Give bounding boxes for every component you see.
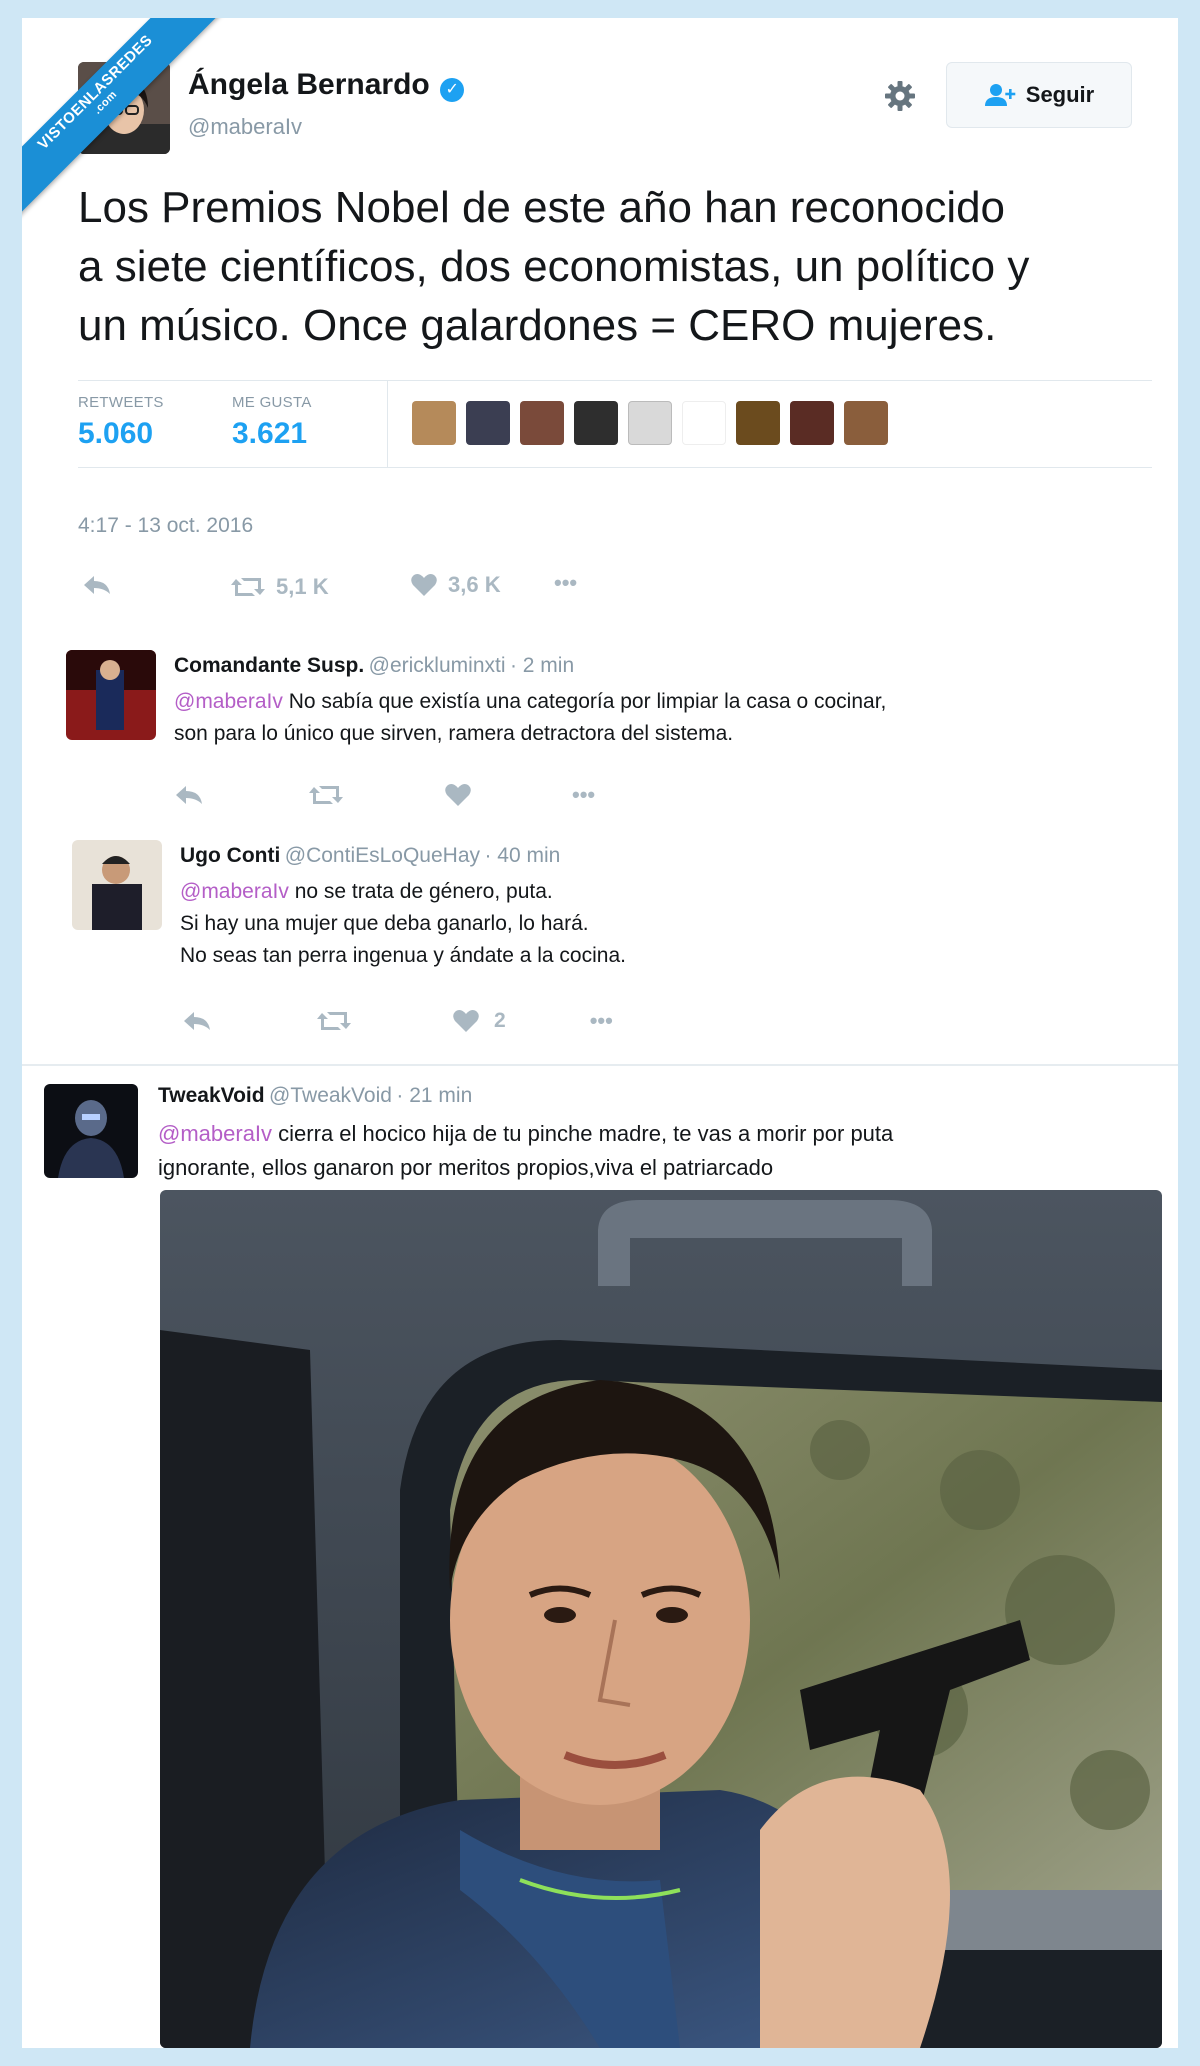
retweets-value: 5.060 — [78, 417, 154, 450]
retweet-count: 5,1 K — [276, 574, 329, 599]
divider — [78, 467, 1152, 468]
liker-avatar[interactable] — [520, 401, 564, 445]
likes-label: ME GUSTA — [232, 394, 312, 411]
reply-text-line: No seas tan perra ingenua y ándate a la … — [180, 944, 626, 967]
retweets-label: RETWEETS — [78, 394, 164, 411]
attached-photo-image — [160, 1190, 1162, 2048]
more-button[interactable]: ••• — [554, 570, 577, 596]
reply-text-line: no se trata de género, puta. — [294, 880, 553, 903]
likers-avatars — [412, 401, 888, 445]
reply-text: @maberaIv no se trata de género, puta. S… — [180, 876, 1130, 972]
liker-avatar[interactable] — [628, 401, 672, 445]
reply-avatar-image — [72, 840, 162, 930]
tweet-timestamp[interactable]: 4:17 - 13 oct. 2016 — [78, 514, 253, 538]
tweet-text-line: un músico. Once galardones = CERO mujere… — [78, 301, 997, 350]
liker-avatar[interactable] — [412, 401, 456, 445]
more-icon[interactable]: ••• — [572, 782, 595, 808]
watermark-text: VISTOENLASREDES .com — [22, 18, 225, 222]
reply-header: Comandante Susp. @erickluminxti · 2 min — [174, 654, 574, 678]
reply-text-line: ignorante, ellos ganaron por meritos pro… — [158, 1155, 774, 1180]
heart-icon — [411, 574, 437, 596]
liker-avatar[interactable] — [574, 401, 618, 445]
watermark-line1: VISTOENLASREDES — [34, 31, 157, 154]
reply-icon — [84, 576, 110, 594]
follow-label: Seguir — [1025, 82, 1095, 107]
reply-header: TweakVoid @TweakVoid · 21 min — [158, 1084, 472, 1108]
retweet-icon[interactable] — [308, 783, 344, 807]
reply-text: @maberaIv cierra el hocico hija de tu pi… — [158, 1117, 1158, 1185]
mention-link[interactable]: @maberaIv — [174, 690, 283, 713]
divider — [22, 1064, 1178, 1066]
retweets-stat[interactable]: RETWEETS 5.060 — [78, 394, 164, 451]
reply-avatar[interactable] — [72, 840, 162, 930]
divider — [78, 380, 1152, 381]
liker-avatar[interactable] — [682, 401, 726, 445]
tweet-text-line: a siete científicos, dos economistas, un… — [78, 242, 1030, 291]
mention-link[interactable]: @maberaIv — [158, 1121, 272, 1146]
reply-text-line: No sabía que existía una categoría por l… — [288, 690, 887, 713]
more-icon[interactable]: ••• — [590, 1008, 613, 1034]
reply-icon[interactable] — [174, 784, 204, 806]
heart-icon[interactable] — [444, 783, 472, 807]
reply-avatar-image — [44, 1084, 138, 1178]
reply-time[interactable]: · 40 min — [484, 844, 560, 867]
retweet-icon — [231, 578, 265, 596]
add-user-icon — [984, 84, 1016, 106]
reply-text-line: son para lo único que sirven, ramera det… — [174, 722, 734, 745]
gear-icon[interactable] — [882, 78, 918, 114]
watermark-line2: .com — [91, 88, 120, 117]
retweet-icon[interactable] — [316, 1009, 352, 1033]
reply-button[interactable] — [82, 574, 112, 596]
heart-icon[interactable] — [452, 1009, 480, 1033]
like-button[interactable]: 3,6 K — [410, 572, 501, 598]
reply-avatar-image — [66, 650, 156, 740]
reply-author-name[interactable]: Comandante Susp. — [174, 654, 364, 677]
reply-author-name[interactable]: Ugo Conti — [180, 844, 280, 867]
reply-author-name[interactable]: TweakVoid — [158, 1084, 265, 1107]
liker-avatar[interactable] — [736, 401, 780, 445]
reply-text-line: cierra el hocico hija de tu pinche madre… — [278, 1121, 894, 1146]
attached-photo[interactable] — [160, 1190, 1162, 2048]
mention-link[interactable]: @maberaIv — [180, 880, 289, 903]
liker-avatar[interactable] — [466, 401, 510, 445]
reply-text: @maberaIv No sabía que existía una categ… — [174, 686, 1124, 750]
more-icon: ••• — [554, 570, 578, 595]
reply-icon[interactable] — [182, 1010, 212, 1032]
reply-text-line: Si hay una mujer que deba ganarlo, lo ha… — [180, 912, 589, 935]
retweet-button[interactable]: 5,1 K — [230, 574, 329, 600]
likes-stat[interactable]: ME GUSTA 3.621 — [232, 394, 312, 451]
watermark-ribbon: VISTOENLASREDES .com — [22, 18, 242, 238]
reply-actions: ••• — [174, 782, 595, 808]
screenshot-sheet: VISTOENLASREDES .com Ángela Bernardo ✓ @… — [22, 18, 1178, 2048]
liker-avatar[interactable] — [844, 401, 888, 445]
reply-author-handle[interactable]: @ContiEsLoQueHay — [285, 844, 480, 867]
reply-header: Ugo Conti @ContiEsLoQueHay · 40 min — [180, 844, 560, 868]
follow-button[interactable]: Seguir — [946, 62, 1132, 128]
reply-avatar[interactable] — [66, 650, 156, 740]
likes-value: 3.621 — [232, 417, 308, 450]
reply-time[interactable]: · 2 min — [510, 654, 574, 677]
verified-icon: ✓ — [440, 77, 465, 102]
reply-actions: 2 ••• — [182, 1008, 613, 1034]
stats-divider — [387, 380, 388, 468]
reply-like-count: 2 — [494, 1009, 506, 1032]
reply-time[interactable]: · 21 min — [396, 1084, 472, 1107]
reply-author-handle[interactable]: @TweakVoid — [269, 1084, 392, 1107]
reply-author-handle[interactable]: @erickluminxti — [369, 654, 506, 677]
liker-avatar[interactable] — [790, 401, 834, 445]
like-count: 3,6 K — [448, 572, 501, 597]
reply-avatar[interactable] — [44, 1084, 138, 1178]
